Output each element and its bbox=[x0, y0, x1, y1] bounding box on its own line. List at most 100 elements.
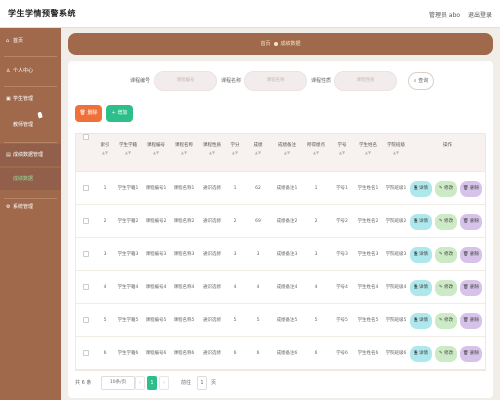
breadcrumb-home[interactable]: 首页 bbox=[260, 41, 270, 47]
delete-icon: 🗑 bbox=[462, 186, 471, 191]
sidebar-item-students[interactable]: ▣ 学生管理 bbox=[0, 88, 61, 110]
sidebar-item-label: 成绩数据 bbox=[13, 176, 34, 182]
table-row: 4 学生学籍4 课程编号4 课程名称4 通识选修 4 4 成绩备注4 4 学号4 学生姓名4 学院班级… bbox=[76, 271, 485, 304]
view-button[interactable]: 🗎 详情 bbox=[410, 346, 432, 362]
edit-button[interactable]: ✎ 修改 bbox=[435, 214, 457, 230]
column-header[interactable]: 所得绩点 ▲▼ bbox=[302, 134, 330, 172]
cell-grade-point: 2 bbox=[314, 219, 318, 224]
table-row: 5 学生学籍5 课程编号5 课程名称5 通识选修 5 5 成绩备注5 5 学号5 学生姓名5 学院班级… bbox=[76, 304, 485, 337]
delete-button[interactable]: 🗑 删除 bbox=[460, 346, 482, 362]
sort-icon: ▲▼ bbox=[208, 150, 216, 155]
cell-student-name: 学生姓名2 bbox=[357, 219, 379, 224]
delete-button[interactable]: 🗑 删除 bbox=[460, 214, 482, 230]
prev-page-button[interactable]: ‹ bbox=[135, 376, 145, 390]
bulk-delete-button[interactable]: 🗑 删除 bbox=[75, 105, 102, 122]
next-page-button[interactable]: › bbox=[159, 376, 169, 390]
page-size-select[interactable]: 10条/页 bbox=[101, 376, 135, 390]
row-checkbox[interactable] bbox=[83, 251, 89, 257]
edit-button-label: 修改 bbox=[444, 351, 454, 356]
table-row: 3 学生学籍3 课程编号3 课程名称3 通识选修 3 3 成绩备注3 3 学号3 学生姓名3 学院班级… bbox=[76, 238, 485, 271]
sidebar-item-label: 首页 bbox=[13, 38, 24, 44]
search-input-course-code[interactable]: 课程编号 bbox=[154, 71, 217, 91]
logout-link[interactable]: 退出登录 bbox=[468, 12, 492, 19]
sidebar-item-score-management[interactable]: ▤ 成绩数据管理 bbox=[0, 144, 61, 166]
column-header[interactable]: 课程性质 ▲▼ bbox=[198, 134, 226, 172]
column-header[interactable]: 学分 ▲▼ bbox=[226, 134, 244, 172]
sidebar-item-label: 个人中心 bbox=[13, 68, 34, 74]
cell-course-type: 通识选修 bbox=[203, 186, 221, 191]
sidebar-item-profile[interactable]: ♙ 个人中心 bbox=[0, 60, 61, 82]
cell-index: 5 bbox=[103, 318, 107, 323]
edit-button[interactable]: ✎ 修改 bbox=[435, 247, 457, 263]
edit-button[interactable]: ✎ 修改 bbox=[435, 181, 457, 197]
sidebar-item-home[interactable]: ⌂ 首页 bbox=[0, 30, 61, 52]
add-label: 增加 bbox=[117, 110, 128, 116]
cell-class: 学院班级1 bbox=[385, 186, 407, 191]
delete-button[interactable]: 🗑 删除 bbox=[460, 313, 482, 329]
view-button[interactable]: 🗎 详情 bbox=[410, 313, 432, 329]
trash-icon: 🗑 bbox=[79, 110, 86, 116]
page-number-1[interactable]: 1 bbox=[147, 376, 157, 390]
column-header[interactable]: 成绩 ▲▼ bbox=[244, 134, 272, 172]
row-checkbox[interactable] bbox=[83, 284, 89, 290]
search-input-course-type[interactable]: 课程性质 bbox=[334, 71, 397, 91]
sidebar-item-score-data[interactable]: 成绩数据 bbox=[0, 168, 61, 190]
row-checkbox[interactable] bbox=[83, 218, 89, 224]
delete-button[interactable]: 🗑 删除 bbox=[460, 280, 482, 296]
cell-grade-point: 4 bbox=[314, 285, 318, 290]
sort-icon: ▲▼ bbox=[254, 150, 262, 155]
view-button[interactable]: 🗎 详情 bbox=[410, 214, 432, 230]
cell-credit: 3 bbox=[233, 252, 237, 257]
column-header[interactable]: 课程名称 ▲▼ bbox=[170, 134, 198, 172]
cell-course-type: 通识选修 bbox=[203, 318, 221, 323]
column-header[interactable]: 学生学籍 ▲▼ bbox=[114, 134, 142, 172]
cell-course-code: 课程编号2 bbox=[145, 219, 167, 224]
delete-button[interactable]: 🗑 删除 bbox=[460, 181, 482, 197]
goto-suffix: 页 bbox=[211, 380, 217, 386]
data-icon: ▤ bbox=[6, 152, 11, 158]
column-header[interactable]: 学生姓名 ▲▼ bbox=[354, 134, 382, 172]
cell-course-name: 课程名称1 bbox=[173, 186, 195, 191]
cell-student-id: 学号5 bbox=[336, 318, 348, 323]
row-checkbox[interactable] bbox=[83, 185, 89, 191]
edit-button[interactable]: ✎ 修改 bbox=[435, 313, 457, 329]
add-button[interactable]: + 增加 bbox=[106, 105, 133, 122]
edit-button-label: 修改 bbox=[444, 318, 454, 323]
goto-page-input[interactable]: 1 bbox=[197, 376, 207, 390]
cell-student-id: 学号4 bbox=[336, 285, 348, 290]
delete-button[interactable]: 🗑 删除 bbox=[460, 247, 482, 263]
cell-student-name: 学生姓名6 bbox=[357, 351, 379, 356]
search-button[interactable]: ⌕ 查询 bbox=[408, 72, 434, 90]
column-header[interactable]: 课程编号 ▲▼ bbox=[142, 134, 170, 172]
view-button-label: 详情 bbox=[419, 318, 429, 323]
row-checkbox[interactable] bbox=[83, 317, 89, 323]
cell-student-status: 学生学籍5 bbox=[117, 318, 139, 323]
row-checkbox[interactable] bbox=[83, 350, 89, 356]
sidebar-item-label: 系统管理 bbox=[13, 204, 34, 210]
cell-course-code: 课程编号1 bbox=[145, 186, 167, 191]
sort-icon: ▲▼ bbox=[124, 150, 132, 155]
view-button[interactable]: 🗎 详情 bbox=[410, 247, 432, 263]
cell-grade-point: 6 bbox=[314, 351, 318, 356]
delete-button-label: 删除 bbox=[470, 186, 480, 191]
delete-button-label: 删除 bbox=[470, 285, 480, 290]
user-label[interactable]: 管理员 abo bbox=[429, 12, 460, 19]
view-button[interactable]: 🗎 详情 bbox=[410, 280, 432, 296]
view-button[interactable]: 🗎 详情 bbox=[410, 181, 432, 197]
column-header[interactable]: 成绩备注 ▲▼ bbox=[272, 134, 302, 172]
cell-credit: 2 bbox=[233, 219, 237, 224]
cell-score: 69 bbox=[255, 219, 261, 224]
search-input-course-name[interactable]: 课程名称 bbox=[244, 71, 307, 91]
column-header[interactable]: 学院班级 ▲▼ bbox=[382, 134, 410, 172]
cell-student-name: 学生姓名5 bbox=[357, 318, 379, 323]
column-header[interactable]: 学号 ▲▼ bbox=[330, 134, 354, 172]
delete-button-label: 删除 bbox=[470, 219, 480, 224]
sidebar-item-teachers[interactable]: 教师管理 bbox=[0, 114, 61, 136]
edit-button[interactable]: ✎ 修改 bbox=[435, 346, 457, 362]
cell-course-code: 课程编号3 bbox=[145, 252, 167, 257]
sidebar-item-label: 成绩数据管理 bbox=[13, 152, 44, 158]
edit-button[interactable]: ✎ 修改 bbox=[435, 280, 457, 296]
sidebar-item-system[interactable]: ⚙ 系统管理 bbox=[0, 196, 61, 218]
column-header[interactable]: 索引 ▲▼ bbox=[96, 134, 114, 172]
select-all-checkbox[interactable] bbox=[83, 134, 89, 140]
